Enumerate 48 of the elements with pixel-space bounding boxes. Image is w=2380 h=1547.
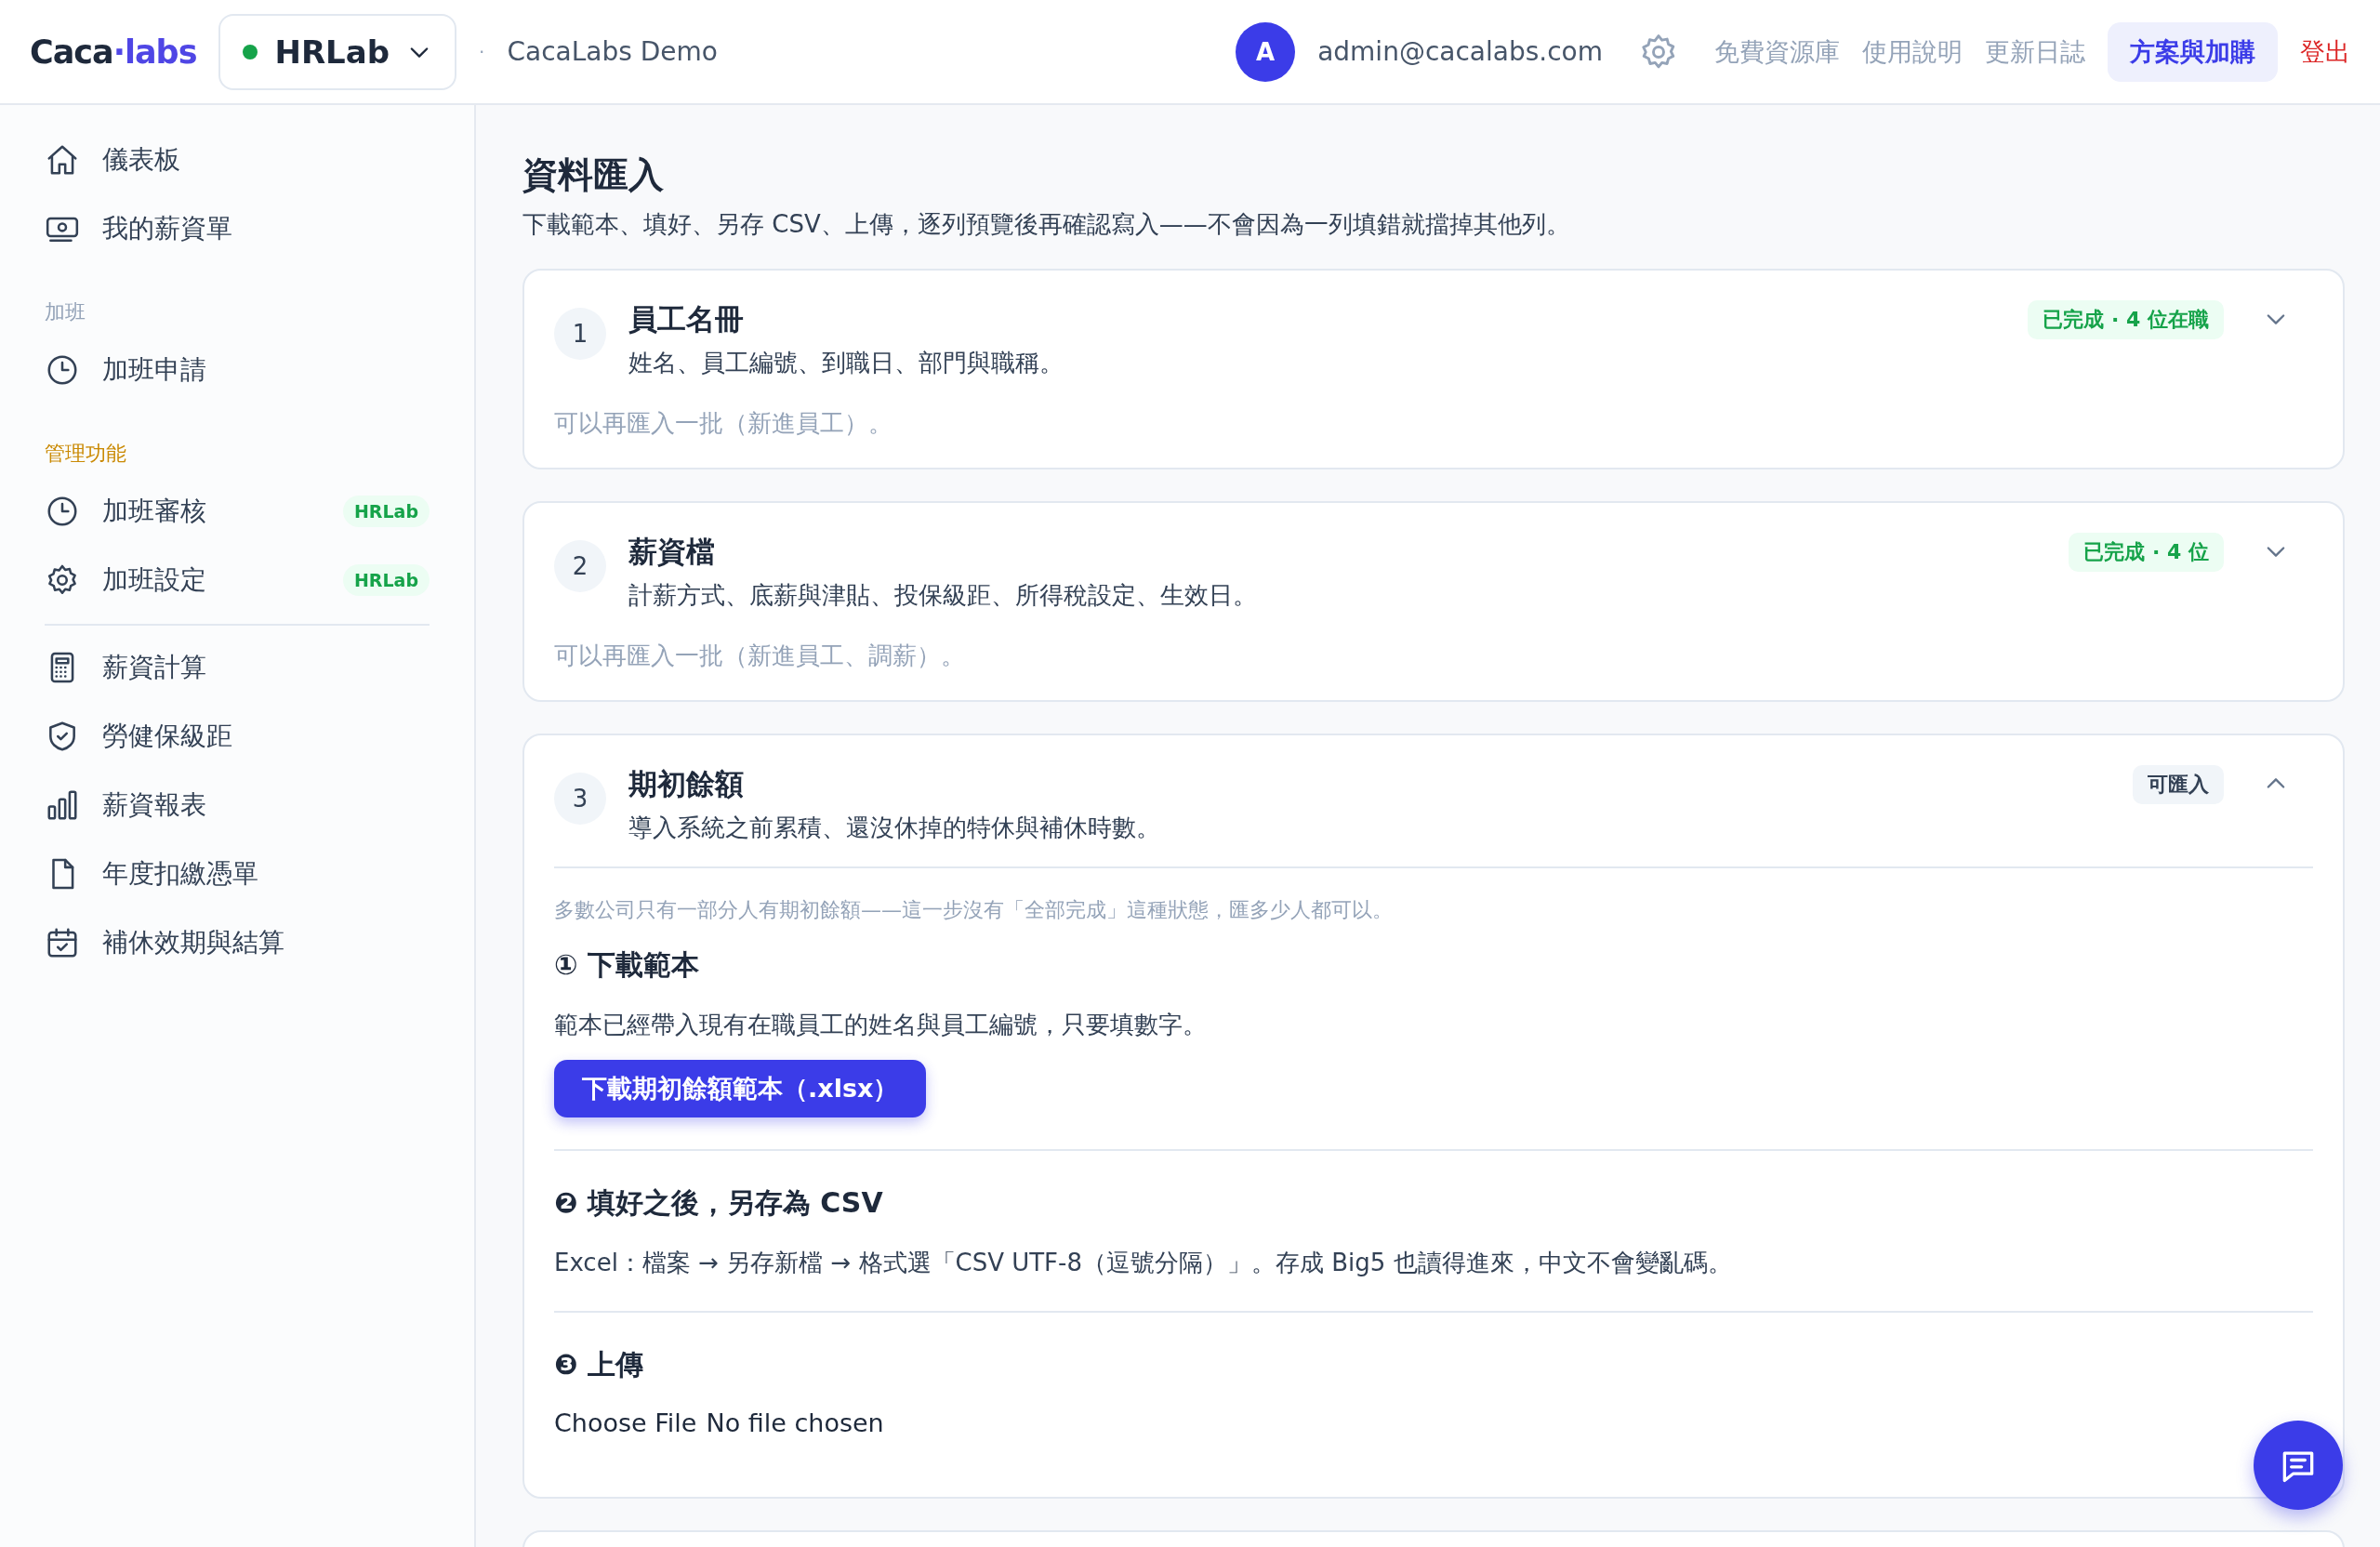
sidebar-item[interactable]: 儀表板 — [45, 126, 430, 194]
sidebar-item[interactable]: 薪資報表 — [45, 771, 430, 840]
step-title: 薪資檔 — [628, 534, 716, 570]
step-title: 期初餘額 — [628, 766, 745, 802]
part-text: 範本已經帶入現有在職員工的姓名與員工編號，只要填數字。 — [554, 1010, 1208, 1040]
step-note: 可以再匯入一批（新進員工、調薪）。 — [554, 641, 966, 671]
status-tag: 可匯入 — [2133, 765, 2224, 804]
sidebar-item[interactable]: 我的薪資單 — [45, 194, 430, 263]
workspace-switcher[interactable]: HRLab — [218, 13, 457, 90]
step-note: 多數公司只有一部分人有期初餘額——這一步沒有「全部完成」這種狀態，匯多少人都可以。 — [554, 897, 1394, 923]
plan-tag: HRLab — [342, 496, 430, 527]
sidebar-item[interactable]: 補休效期與結算 — [45, 908, 430, 977]
logo[interactable]: Caca·labs — [30, 33, 197, 71]
sidebar-item[interactable]: 加班設定 HRLab — [45, 546, 430, 615]
step-number: 3 — [554, 773, 606, 825]
status-tag: 已完成 · 4 位在職 — [2028, 300, 2224, 339]
file-status: No file chosen — [706, 1408, 884, 1437]
section-title: 加班 — [45, 299, 86, 325]
logout-link[interactable]: 登出 — [2300, 34, 2350, 69]
sidebar-item[interactable]: 加班審核 HRLab — [45, 477, 430, 546]
part-heading: ❸ 上傳 — [554, 1347, 644, 1382]
page-description: 下載範本、填好、另存 CSV、上傳，逐列預覽後再確認寫入——不會因為一列填錯就擋掉其他列。 — [522, 209, 1571, 240]
step-number: 2 — [554, 540, 606, 592]
user-avatar[interactable]: A — [1236, 21, 1296, 82]
step-title: 員工名冊 — [628, 301, 745, 337]
step-description: 姓名、員工編號、到職日、部門與職稱。 — [628, 348, 1064, 378]
separator-dot: · — [479, 40, 485, 63]
sidebar-item[interactable]: 年度扣繳憑單 — [45, 840, 430, 908]
choose-file-button[interactable]: Choose File — [554, 1408, 697, 1437]
step-number: 1 — [554, 308, 606, 360]
step-note: 可以再匯入一批（新進員工）。 — [554, 408, 893, 439]
sidebar-item[interactable]: 勞健保級距 — [45, 702, 430, 771]
status-tag: 已完成 · 4 位 — [2069, 533, 2224, 572]
page-title: 資料匯入 — [522, 153, 665, 197]
step-description: 計薪方式、底薪與津貼、投保級距、所得稅設定、生效日。 — [628, 580, 1258, 611]
step-description: 導入系統之前累積、還沒休掉的特休與補休時數。 — [628, 813, 1161, 843]
part-heading: ❷ 填好之後，另存為 CSV — [554, 1185, 884, 1221]
part-heading: ① 下載範本 — [554, 947, 700, 983]
sidebar-item[interactable]: 加班申請 — [45, 336, 430, 404]
sidebar-item[interactable]: 薪資計算 — [45, 633, 430, 702]
section-title: 管理功能 — [45, 441, 127, 467]
plan-tag: HRLab — [342, 564, 430, 596]
plan-button[interactable]: 方案與加購 — [2108, 21, 2278, 82]
part-text: Excel：檔案 → 另存新檔 → 格式選「CSV UTF-8（逗號分隔）」。存成 Big5 也讀得進來，中文不會變亂碼。 — [554, 1248, 1733, 1278]
organization-name: CacaLabs Demo — [507, 36, 718, 67]
download-button[interactable]: 下載期初餘額範本（.xlsx） — [554, 1060, 927, 1117]
user-email: admin@cacalabs.com — [1317, 36, 1603, 67]
bar-chart-icon — [45, 787, 80, 823]
